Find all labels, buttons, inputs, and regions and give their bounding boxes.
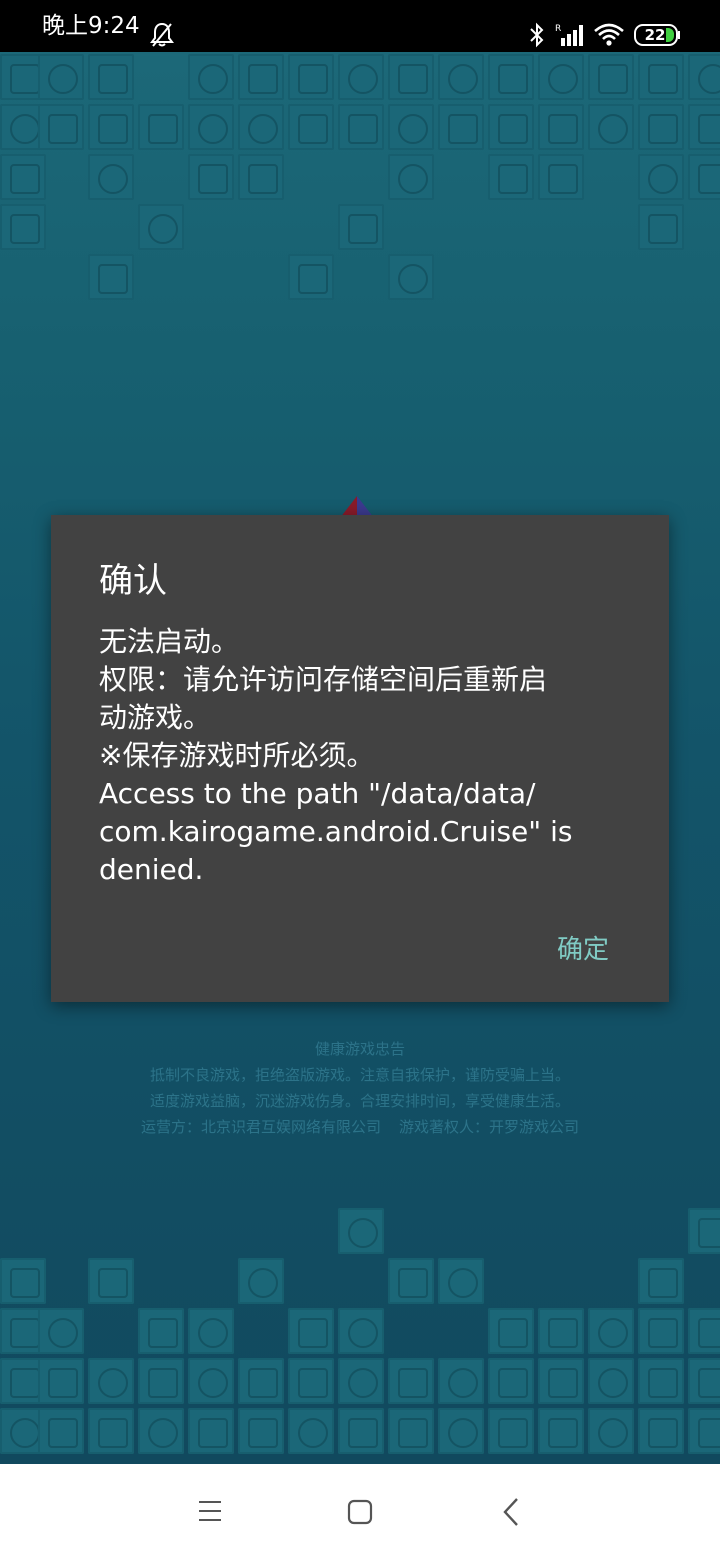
confirm-dialog: 确认 无法启动。 权限：请允许访问存储空间后重新启 动游戏。 ※保存游戏时所必须… (51, 515, 669, 1002)
signal-icon: R (555, 24, 583, 46)
tile-row (0, 1206, 720, 1256)
notice-line-2: 适度游戏益脑，沉迷游戏伤身。合理安排时间，享受健康生活。 (149, 1092, 570, 1110)
tile-row (0, 152, 720, 202)
notice-credits: 运营方：北京识君互娱网络有限公司 游戏著权人：开罗游戏公司 (0, 1114, 720, 1140)
menu-icon[interactable] (198, 1500, 222, 1522)
notice-line-1: 抵制不良游戏，拒绝盗版游戏。注意自我保护，谨防受骗上当。 (149, 1066, 570, 1084)
tile-row (0, 1256, 720, 1306)
dialog-message-line: 权限：请允许访问存储空间后重新启 (99, 663, 548, 696)
tile-row (0, 252, 720, 302)
notice-copyright: 游戏著权人：开罗游戏公司 (399, 1118, 580, 1136)
ok-button[interactable]: 确定 (557, 929, 609, 966)
dialog-message: 无法启动。 权限：请允许访问存储空间后重新启 动游戏。 ※保存游戏时所必须。 A… (99, 623, 629, 889)
battery-icon: 22 (634, 24, 680, 46)
tile-row (0, 202, 720, 252)
home-icon[interactable] (347, 1499, 373, 1525)
dialog-title: 确认 (99, 561, 167, 601)
dialog-message-line: ※保存游戏时所必须。 (99, 739, 375, 772)
bluetooth-icon (530, 22, 544, 48)
notice-heading: 健康游戏忠告 (314, 1040, 405, 1058)
health-notice: 健康游戏忠告 抵制不良游戏，拒绝盗版游戏。注意自我保护，谨防受骗上当。 适度游戏… (0, 1036, 720, 1140)
dialog-message-line: Access to the path "/data/data/ (99, 777, 536, 810)
dialog-message-line: com.kairogame.android.Cruise" is (99, 815, 573, 848)
wifi-icon (594, 23, 624, 46)
dialog-message-line: denied. (99, 853, 204, 886)
status-time: 晚上9:24 (42, 13, 140, 39)
bell-off-icon (150, 22, 174, 47)
tile-row (0, 102, 720, 152)
dialog-message-line: 无法启动。 (99, 625, 240, 658)
tile-row (0, 1406, 720, 1456)
tile-row (0, 52, 720, 102)
battery-percent: 22 (644, 26, 666, 44)
back-icon[interactable] (500, 1497, 522, 1527)
status-bar: 晚上9:24 R 22 (0, 0, 720, 52)
battery-cap (678, 31, 680, 39)
tile-row (0, 1356, 720, 1406)
dialog-message-line: 动游戏。 (99, 701, 212, 734)
svg-text:R: R (555, 24, 561, 34)
tile-row (0, 1306, 720, 1356)
notice-operator: 运营方：北京识君互娱网络有限公司 (140, 1118, 381, 1136)
